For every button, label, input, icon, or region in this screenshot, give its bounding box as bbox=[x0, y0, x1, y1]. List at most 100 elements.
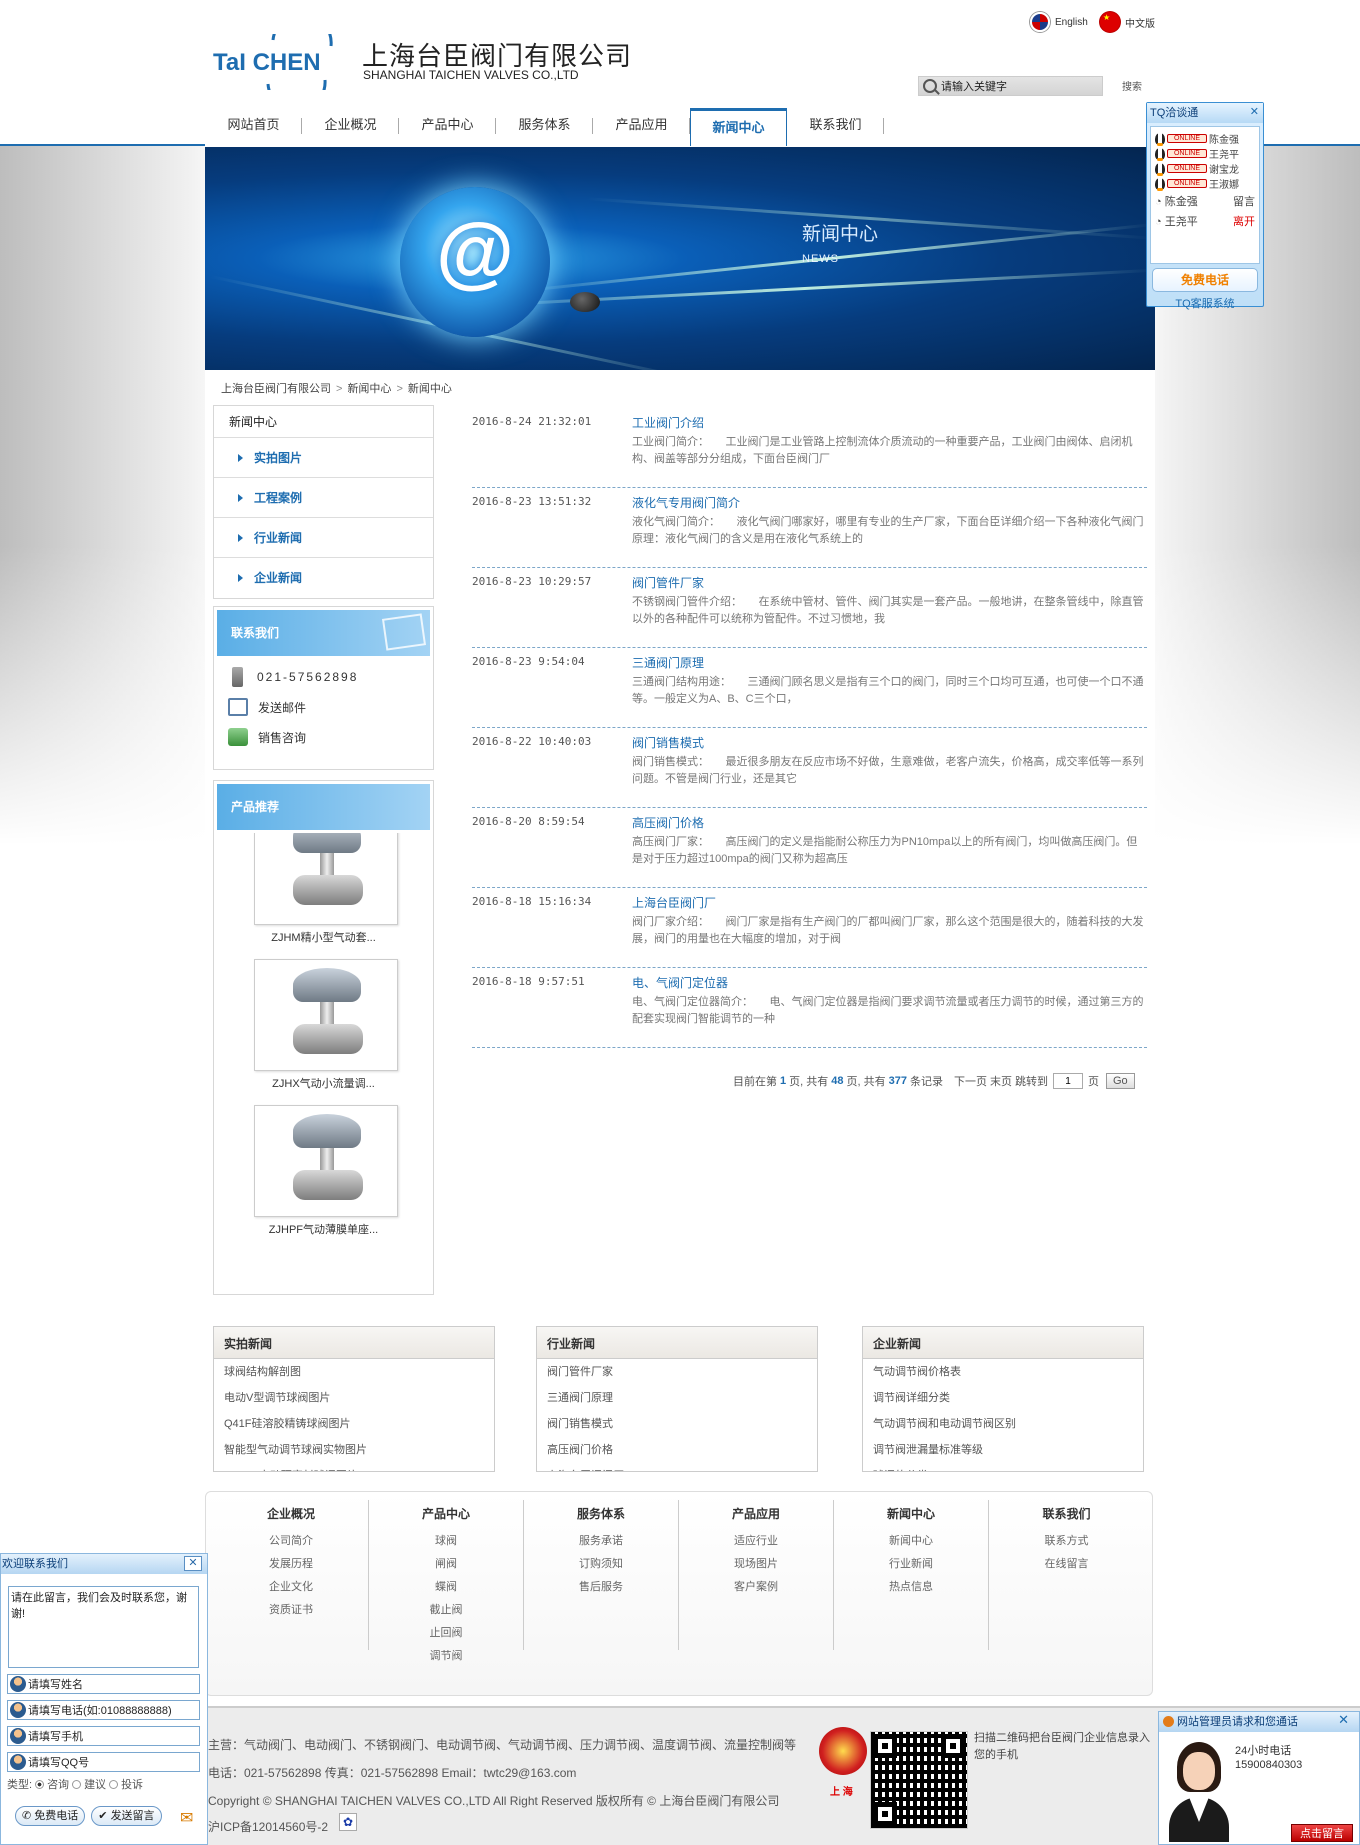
search-button[interactable]: 搜索 bbox=[1122, 78, 1142, 93]
list-item[interactable]: 电动V型调节球阀图片 bbox=[224, 1385, 494, 1411]
product-item[interactable]: ZJHPF气动薄膜单座... bbox=[214, 1105, 433, 1248]
chat-bubble-icon[interactable]: ✉ bbox=[180, 1808, 202, 1830]
footer-link[interactable]: 在线留言 bbox=[989, 1553, 1144, 1576]
footer-link[interactable]: 售后服务 bbox=[524, 1576, 678, 1599]
sidebar-item-cases[interactable]: 工程案例 bbox=[214, 478, 433, 518]
send-message-button[interactable]: ✔ 发送留言 bbox=[91, 1806, 162, 1826]
contact-email[interactable]: 发送邮件 bbox=[214, 692, 433, 722]
logo[interactable]: TaI CHEN bbox=[213, 34, 353, 90]
leave-message-button[interactable]: 点击留言 bbox=[1291, 1824, 1353, 1842]
mobile-field[interactable]: 请填写手机 bbox=[7, 1726, 200, 1746]
news-title-link[interactable]: 阀门管件厂家 bbox=[632, 574, 704, 591]
search-input[interactable] bbox=[941, 80, 1091, 92]
list-item[interactable]: 阀门销售模式 bbox=[547, 1411, 817, 1437]
news-title-link[interactable]: 高压阀门价格 bbox=[632, 814, 704, 831]
last-page-link[interactable]: 末页 bbox=[990, 1073, 1012, 1089]
nav-home[interactable]: 网站首页 bbox=[205, 108, 302, 142]
page-jump-input[interactable] bbox=[1052, 1073, 1083, 1089]
footer-link[interactable]: 调节阀 bbox=[369, 1645, 523, 1668]
radio-consult[interactable] bbox=[35, 1779, 45, 1789]
close-icon[interactable]: ✕ bbox=[184, 1556, 202, 1571]
breadcrumb-home[interactable]: 上海台臣阀门有限公司 bbox=[221, 383, 331, 395]
news-title-link[interactable]: 工业阀门介绍 bbox=[632, 414, 704, 431]
news-title-link[interactable]: 电、气阀门定位器 bbox=[632, 974, 728, 991]
free-call-button[interactable]: ✆ 免费电话 bbox=[15, 1806, 86, 1826]
list-item[interactable]: 调节阀泄漏量标准等级 bbox=[873, 1437, 1143, 1463]
footer-link[interactable]: 公司简介 bbox=[214, 1530, 368, 1553]
list-item[interactable]: 高压阀门价格 bbox=[547, 1437, 817, 1463]
footer-link[interactable]: 发展历程 bbox=[214, 1553, 368, 1576]
breadcrumb-current[interactable]: 新闻中心 bbox=[408, 383, 452, 395]
news-title-link[interactable]: 阀门销售模式 bbox=[632, 734, 704, 751]
nav-products[interactable]: 产品中心 bbox=[399, 108, 496, 142]
nav-contact[interactable]: 联系我们 bbox=[787, 108, 884, 142]
radio-suggest[interactable] bbox=[72, 1779, 82, 1789]
footer-col-title[interactable]: 联系我们 bbox=[989, 1500, 1144, 1530]
footer-link[interactable]: 资质证书 bbox=[214, 1599, 368, 1622]
tq-footer[interactable]: TQ客服系统 bbox=[1147, 295, 1263, 311]
list-item[interactable]: 三通阀门原理 bbox=[547, 1385, 817, 1411]
lang-english-link[interactable]: English bbox=[1030, 12, 1088, 32]
nav-news[interactable]: 新闻中心 bbox=[690, 108, 787, 146]
list-item[interactable]: 球阀的分类 bbox=[873, 1463, 1143, 1471]
footer-link[interactable]: 行业新闻 bbox=[834, 1553, 988, 1576]
footer-link[interactable]: 截止阀 bbox=[369, 1599, 523, 1622]
footer-link[interactable]: 新闻中心 bbox=[834, 1530, 988, 1553]
footer-link[interactable]: 球阀 bbox=[369, 1530, 523, 1553]
footer-link[interactable]: 现场图片 bbox=[679, 1553, 833, 1576]
sidebar-item-company-news[interactable]: 企业新闻 bbox=[214, 558, 433, 598]
footer-col-title[interactable]: 产品应用 bbox=[679, 1500, 833, 1530]
tq-agent-online[interactable]: ONLINE 谢宝龙 bbox=[1151, 161, 1259, 176]
list-item[interactable]: 气动调节阀价格表 bbox=[873, 1359, 1143, 1385]
footer-link[interactable]: 企业文化 bbox=[214, 1576, 368, 1599]
list-item[interactable]: 阀门管件厂家 bbox=[547, 1359, 817, 1385]
footer-icp[interactable]: 沪ICP备12014560号-2 bbox=[208, 1818, 328, 1835]
tq-agent-online[interactable]: ONLINE 陈金强 bbox=[1151, 131, 1259, 146]
list-item[interactable]: 智能型气动调节球阀实物图片 bbox=[224, 1437, 494, 1463]
list-item[interactable]: Q41F硅溶胶精铸球阀图片 bbox=[224, 1411, 494, 1437]
footer-col-title[interactable]: 新闻中心 bbox=[834, 1500, 988, 1530]
footer-link[interactable]: 订购须知 bbox=[524, 1553, 678, 1576]
footer-col-title[interactable]: 产品中心 bbox=[369, 1500, 523, 1530]
nav-application[interactable]: 产品应用 bbox=[593, 108, 690, 142]
phone-field[interactable]: 请填写电话(如:01088888888) bbox=[7, 1700, 200, 1720]
footer-link[interactable]: 服务承诺 bbox=[524, 1530, 678, 1553]
go-button[interactable]: Go bbox=[1105, 1073, 1135, 1089]
close-icon[interactable]: ✕ bbox=[1250, 105, 1259, 118]
name-field[interactable]: 请填写姓名 bbox=[7, 1674, 200, 1694]
qq-field[interactable]: 请填写QQ号 bbox=[7, 1752, 200, 1772]
tq-agent-status[interactable]: ◔ 王尧平 离开 bbox=[1151, 211, 1259, 231]
list-item[interactable]: 气动调节阀和电动调节阀区别 bbox=[873, 1411, 1143, 1437]
next-page-link[interactable]: 下一页 bbox=[954, 1073, 987, 1089]
footer-link[interactable]: 适应行业 bbox=[679, 1530, 833, 1553]
news-title-link[interactable]: 上海台臣阀门厂 bbox=[632, 894, 716, 911]
radio-complain[interactable] bbox=[109, 1779, 119, 1789]
footer-col-title[interactable]: 企业概况 bbox=[214, 1500, 368, 1530]
product-item[interactable]: ZJHX气动小流量调... bbox=[214, 959, 433, 1105]
police-badge-icon[interactable] bbox=[819, 1727, 867, 1775]
sidebar-item-photos[interactable]: 实拍图片 bbox=[214, 438, 433, 478]
list-item[interactable]: 调节阀详细分类 bbox=[873, 1385, 1143, 1411]
list-item[interactable]: 上海台臣阀门厂 bbox=[547, 1463, 817, 1471]
news-title-link[interactable]: 液化气专用阀门简介 bbox=[632, 494, 740, 511]
footer-link[interactable]: 热点信息 bbox=[834, 1576, 988, 1599]
footer-link[interactable]: 止回阀 bbox=[369, 1622, 523, 1645]
footer-col-title[interactable]: 服务体系 bbox=[524, 1500, 678, 1530]
footer-link[interactable]: 客户案例 bbox=[679, 1576, 833, 1599]
footer-link[interactable]: 闸阀 bbox=[369, 1553, 523, 1576]
footer-link[interactable]: 蝶阀 bbox=[369, 1576, 523, 1599]
tq-agent-online[interactable]: ONLINE 王淑娜 bbox=[1151, 176, 1259, 191]
tq-agent-status[interactable]: ◔ 陈金强 留言 bbox=[1151, 191, 1259, 211]
nav-service[interactable]: 服务体系 bbox=[496, 108, 593, 142]
footer-link[interactable]: 联系方式 bbox=[989, 1530, 1144, 1553]
nav-about[interactable]: 企业概况 bbox=[302, 108, 399, 142]
product-item[interactable]: ZJHM精小型气动套... bbox=[214, 833, 433, 959]
close-icon[interactable]: ✕ bbox=[1338, 1712, 1349, 1728]
tq-agent-online[interactable]: ONLINE 王尧平 bbox=[1151, 146, 1259, 161]
contact-consult[interactable]: 销售咨询 bbox=[214, 722, 433, 752]
lang-chinese-link[interactable]: 中文版 bbox=[1100, 12, 1155, 32]
breadcrumb-level1[interactable]: 新闻中心 bbox=[347, 383, 391, 395]
list-item[interactable]: 球阀结构解剖图 bbox=[224, 1359, 494, 1385]
list-item[interactable]: Q941H电动硬密封球阀图片 bbox=[224, 1463, 494, 1471]
free-call-button[interactable]: 免费电话 bbox=[1152, 268, 1258, 292]
